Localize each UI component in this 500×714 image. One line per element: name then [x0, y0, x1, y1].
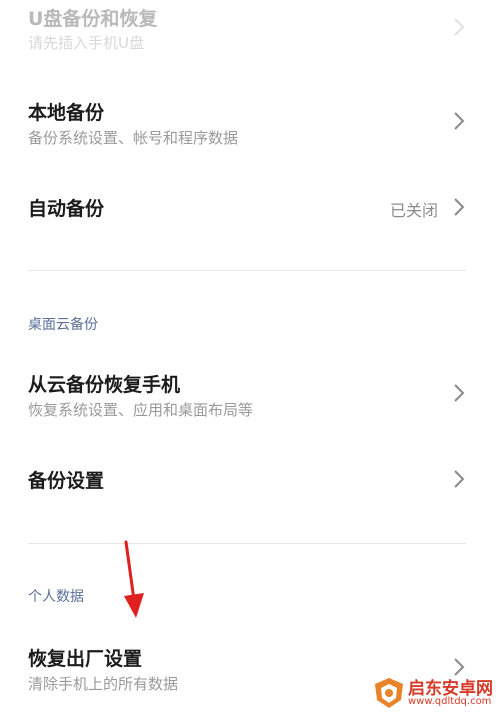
section-header-desktop-cloud: 桌面云备份: [28, 317, 98, 333]
cloud-restore-title: 从云备份恢复手机: [28, 374, 181, 396]
cloud-restore-subtitle: 恢复系统设置、应用和桌面布局等: [28, 401, 254, 419]
section-header-personal-data: 个人数据: [28, 589, 84, 605]
local-backup-title: 本地备份: [28, 102, 105, 124]
chevron-right-icon: [452, 468, 466, 490]
usb-backup-item[interactable]: U盘备份和恢复 请先插入手机U盘: [0, 0, 500, 60]
auto-backup-status: 已关闭: [389, 201, 438, 220]
chevron-right-icon: [452, 196, 466, 218]
factory-reset-subtitle: 清除手机上的所有数据: [28, 675, 179, 693]
red-arrow-down-icon: [112, 538, 152, 626]
chevron-right-icon: [452, 110, 466, 132]
local-backup-item[interactable]: 本地备份 备份系统设置、帐号和程序数据: [0, 90, 500, 160]
backup-settings-item[interactable]: 备份设置: [0, 452, 500, 508]
watermark-logo: 启东安卓网 www.qdltdq.com: [370, 672, 500, 714]
watermark-shield-icon: [375, 678, 403, 708]
factory-reset-title: 恢复出厂设置: [28, 648, 143, 670]
chevron-right-icon: [452, 382, 466, 404]
cloud-restore-item[interactable]: 从云备份恢复手机 恢复系统设置、应用和桌面布局等: [0, 362, 500, 426]
local-backup-subtitle: 备份系统设置、帐号和程序数据: [28, 129, 239, 147]
divider: [28, 543, 466, 544]
auto-backup-item[interactable]: 自动备份 已关闭: [0, 180, 500, 236]
divider: [28, 270, 466, 271]
chevron-right-icon: [452, 16, 466, 38]
auto-backup-title: 自动备份: [28, 198, 105, 220]
backup-settings-title: 备份设置: [28, 470, 105, 492]
usb-backup-title: U盘备份和恢复: [28, 8, 158, 30]
usb-backup-subtitle: 请先插入手机U盘: [28, 34, 144, 52]
watermark-url: www.qdltdq.com: [408, 696, 492, 707]
